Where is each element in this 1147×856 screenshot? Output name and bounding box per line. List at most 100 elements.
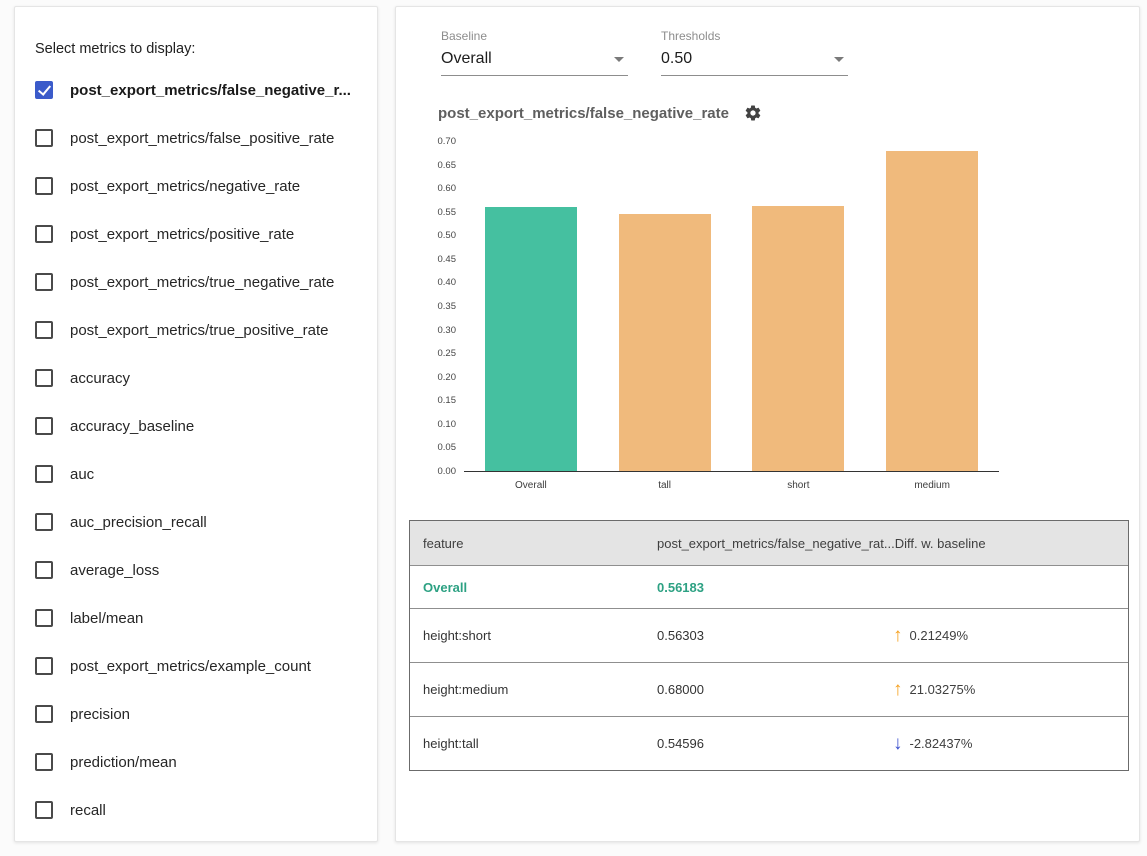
metric-checkbox-item[interactable]: post_export_metrics/true_negative_rate [15,258,377,306]
metric-results-panel: Baseline Overall Thresholds 0.50 post_ex… [395,6,1140,842]
thresholds-dropdown-label: Thresholds [661,29,848,43]
metric-checkbox-item[interactable]: post_export_metrics/negative_rate [15,162,377,210]
x-tick-label: Overall [471,480,591,491]
diff-arrow-icon: ↑ [893,680,903,699]
checkbox-icon[interactable] [35,753,53,771]
checkbox-icon[interactable] [35,465,53,483]
bar-medium[interactable] [886,151,978,471]
baseline-dropdown[interactable]: Baseline Overall [441,29,628,76]
y-tick-label: 0.00 [396,467,456,477]
chart-header: post_export_metrics/false_negative_rate [438,104,1139,122]
y-tick-label: 0.05 [396,443,456,453]
feature-cell: height:short [410,628,657,643]
bar-tall[interactable] [619,214,711,471]
metrics-list: post_export_metrics/false_negative_r... … [15,66,377,834]
metric-label: recall [70,802,106,819]
metric-label: post_export_metrics/false_positive_rate [70,130,334,147]
feature-cell: Overall [410,580,657,595]
diff-arrow-icon: ↓ [893,734,903,753]
bar-Overall[interactable] [485,207,577,471]
metric-selector-title: Select metrics to display: [15,7,377,57]
metric-checkbox-item[interactable]: accuracy_baseline [15,402,377,450]
metric-checkbox-item[interactable]: auc_precision_recall [15,498,377,546]
metric-checkbox-item[interactable]: recall [15,786,377,834]
metric-checkbox-item[interactable]: precision [15,690,377,738]
checkbox-icon[interactable] [35,561,53,579]
metric-label: average_loss [70,562,159,579]
checkbox-icon[interactable] [35,81,53,99]
baseline-dropdown-label: Baseline [441,29,628,43]
diff-arrow-icon: ↑ [893,626,903,645]
value-cell: 0.56303 [657,628,893,643]
metric-checkbox-item[interactable]: post_export_metrics/positive_rate [15,210,377,258]
metric-checkbox-item[interactable]: auc [15,450,377,498]
metric-label: accuracy_baseline [70,418,194,435]
metric-label: accuracy [70,370,130,387]
metric-checkbox-item[interactable]: post_export_metrics/true_positive_rate [15,306,377,354]
feature-cell: height:tall [410,736,657,751]
metric-label: post_export_metrics/positive_rate [70,226,294,243]
thresholds-dropdown[interactable]: Thresholds 0.50 [661,29,848,76]
diff-value: -2.82437% [910,736,973,751]
x-tick-label: short [738,480,858,491]
bar-short[interactable] [752,206,844,471]
checkbox-icon[interactable] [35,129,53,147]
plot-area [464,142,999,472]
metric-label: auc_precision_recall [70,514,207,531]
checkbox-icon[interactable] [35,609,53,627]
checkbox-icon[interactable] [35,417,53,435]
checkbox-icon[interactable] [35,801,53,819]
metric-checkbox-item[interactable]: post_export_metrics/false_negative_r... [15,66,377,114]
metric-checkbox-item[interactable]: post_export_metrics/false_positive_rate [15,114,377,162]
table-row: height:short 0.56303 ↑ 0.21249% [410,608,1128,662]
metric-label: label/mean [70,610,143,627]
thresholds-dropdown-value: 0.50 [661,50,692,68]
controls-row: Baseline Overall Thresholds 0.50 [396,7,1139,76]
metric-selector-panel: Select metrics to display: post_export_m… [14,6,378,842]
diff-cell: ↑ 0.21249% [893,626,1128,645]
checkbox-icon[interactable] [35,321,53,339]
metric-checkbox-item[interactable]: prediction/mean [15,738,377,786]
y-tick-label: 0.50 [396,231,456,241]
chevron-down-icon[interactable] [834,57,844,62]
metric-checkbox-item[interactable]: post_export_metrics/example_count [15,642,377,690]
diff-value: 21.03275% [910,682,976,697]
diff-value: 0.21249% [910,628,969,643]
metric-checkbox-item[interactable]: label/mean [15,594,377,642]
y-tick-label: 0.40 [396,278,456,288]
y-tick-label: 0.55 [396,208,456,218]
checkbox-icon[interactable] [35,369,53,387]
metric-checkbox-item[interactable]: average_loss [15,546,377,594]
y-tick-label: 0.20 [396,373,456,383]
metrics-table: feature post_export_metrics/false_negati… [409,520,1129,771]
value-cell: 0.68000 [657,682,893,697]
table-row: height:medium 0.68000 ↑ 21.03275% [410,662,1128,716]
checkbox-icon[interactable] [35,657,53,675]
metric-label: prediction/mean [70,754,177,771]
y-tick-label: 0.65 [396,161,456,171]
metric-label: post_export_metrics/true_negative_rate [70,274,334,291]
y-tick-label: 0.10 [396,420,456,430]
metric-checkbox-item[interactable]: accuracy [15,354,377,402]
chevron-down-icon[interactable] [614,57,624,62]
header-feature: feature [410,536,657,551]
metric-label: precision [70,706,130,723]
x-tick-label: medium [872,480,992,491]
metric-label: auc [70,466,94,483]
checkbox-icon[interactable] [35,225,53,243]
diff-cell: ↓ -2.82437% [893,734,1128,753]
table-row: height:tall 0.54596 ↓ -2.82437% [410,716,1128,770]
gear-icon[interactable] [744,104,762,122]
value-cell: 0.54596 [657,736,893,751]
metric-label: post_export_metrics/false_negative_r... [70,82,351,99]
checkbox-icon[interactable] [35,513,53,531]
checkbox-icon[interactable] [35,705,53,723]
baseline-dropdown-value: Overall [441,50,492,68]
y-tick-label: 0.70 [396,137,456,147]
checkbox-icon[interactable] [35,177,53,195]
checkbox-icon[interactable] [35,273,53,291]
diff-cell: ↑ 21.03275% [893,680,1128,699]
value-cell: 0.56183 [657,580,893,595]
table-header: feature post_export_metrics/false_negati… [410,521,1128,565]
y-tick-label: 0.60 [396,184,456,194]
